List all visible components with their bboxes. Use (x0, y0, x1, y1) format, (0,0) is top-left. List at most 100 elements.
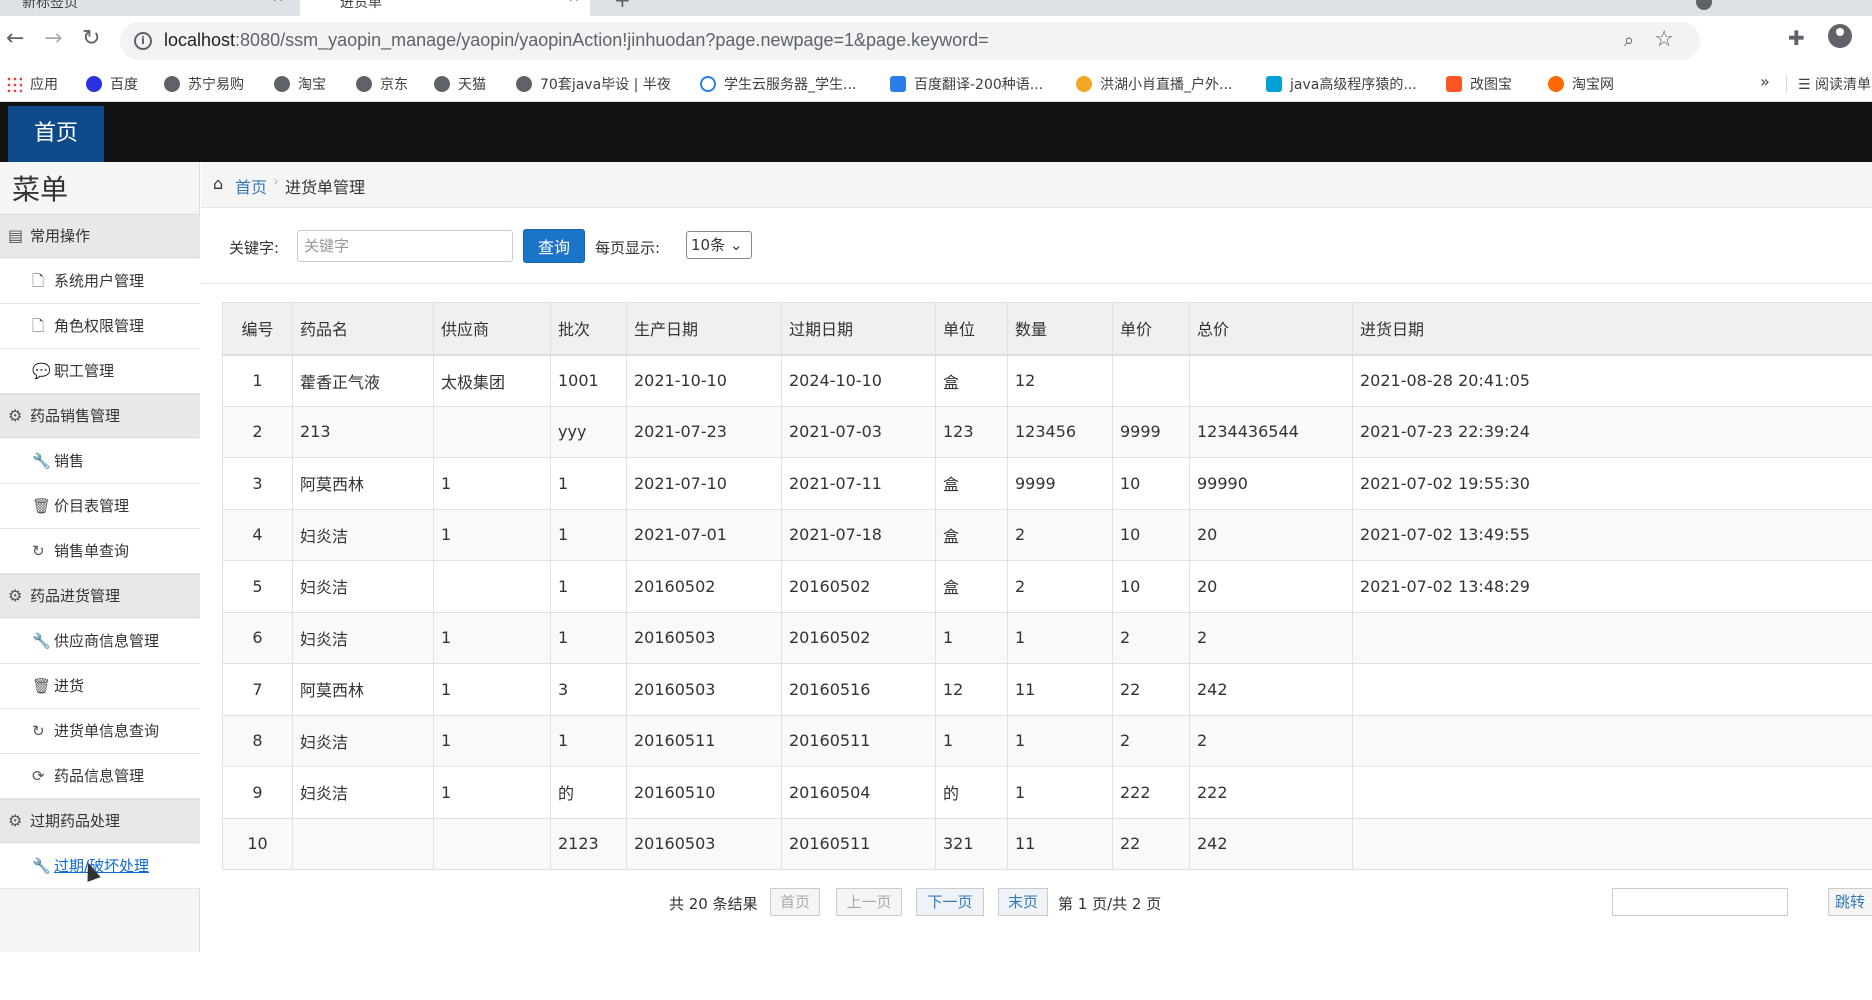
table-cell: 11 (1007, 817, 1113, 870)
table-row[interactable]: 10 2123 20160503 20160511 321 11 22 242 (222, 817, 1872, 870)
bookmark-baidu-translate[interactable]: 百度翻译-200种语... (890, 74, 1043, 94)
search-button[interactable]: 查询 (523, 229, 585, 263)
bookmark-suning[interactable]: 苏宁易购 (164, 74, 244, 94)
breadcrumb-current: 进货单管理 (285, 178, 366, 197)
pagination: 共 20 条结果 首页 上一页 下一页 末页 第 1 页/共 2 页 跳转 (222, 886, 1872, 920)
profile-avatar-icon[interactable] (1828, 24, 1852, 48)
info-icon[interactable]: i (134, 32, 152, 50)
table-cell: 2 (1112, 714, 1190, 767)
bookmark-label: 学生云服务器_学生... (724, 77, 857, 93)
url-text[interactable]: localhost:8080/ssm_yaopin_manage/yaopin/… (164, 30, 989, 51)
apps-icon (6, 76, 22, 92)
bookmark-taobao[interactable]: 淘宝 (274, 74, 326, 94)
bookmark-taobao-net[interactable]: 淘宝网 (1548, 74, 1614, 94)
forward-arrow-icon[interactable]: → (44, 28, 62, 50)
table-cell: 阿莫西林 (292, 663, 434, 716)
sidebar-item-purchase-query[interactable]: ↻ 进货单信息查询 (0, 709, 200, 754)
menu-title: 菜单 (12, 173, 69, 206)
sidebar-item-purchase[interactable]: 🗑 进货 (0, 664, 200, 709)
back-arrow-icon[interactable]: ← (6, 28, 24, 50)
table-row[interactable]: 3 阿莫西林 1 1 2021-07-10 2021-07-11 盒 9999 10 99990 2… (222, 457, 1872, 510)
sidebar-item-suppliers[interactable]: 🔧 供应商信息管理 (0, 619, 200, 664)
sidebar-group-common[interactable]: ▤ 常用操作 (0, 214, 200, 258)
prev-page-button[interactable]: 上一页 (836, 888, 902, 916)
table-row[interactable]: 7 阿莫西林 1 3 20160503 20160516 12 11 22 242 (222, 663, 1872, 716)
reading-list[interactable]: ☰ 阅读清单 (1798, 74, 1871, 94)
last-page-button[interactable]: 末页 (998, 888, 1048, 916)
sidebar-item-system-users[interactable]: 🗋 系统用户管理 (0, 259, 200, 304)
sidebar-item-sales-query[interactable]: ↻ 销售单查询 (0, 529, 200, 574)
table-row[interactable]: 1 藿香正气液 太极集团 1001 2021-10-10 2024-10-10 盒 12 202… (222, 354, 1872, 407)
table-cell: 3 (222, 457, 293, 510)
browser-tab-new[interactable]: 新标签页 (10, 0, 90, 16)
sidebar-item-staff[interactable]: 💬 职工管理 (0, 349, 200, 394)
tab-search-icon[interactable] (1696, 0, 1712, 10)
sidebar-item-drug-info[interactable]: ⟳ 药品信息管理 (0, 754, 200, 799)
breadcrumb-separator: › (273, 174, 279, 190)
table-row[interactable]: 2 213 yyy 2021-07-23 2021-07-03 123 123456 9999… (222, 405, 1872, 458)
bookmarks-more-chevron-icon[interactable]: » (1760, 72, 1770, 91)
table-row[interactable]: 5 妇炎洁 1 20160502 20160502 盒 2 10 20 2021-07-02 13… (222, 560, 1872, 613)
table-cell: 1 (433, 457, 551, 510)
group-label: 常用操作 (30, 227, 91, 245)
sidebar-item-expired-handling[interactable]: 🔧 过期/破坏处理 (0, 844, 200, 889)
table-cell: 的 (935, 766, 1008, 819)
zoom-icon[interactable]: ⌕ (1624, 30, 1634, 51)
sidebar-group-expired[interactable]: ⚙ 过期药品处理 (0, 799, 200, 843)
table-row[interactable]: 6 妇炎洁 1 1 20160503 20160502 1 1 2 2 (222, 611, 1872, 664)
table-cell: 20160511 (781, 714, 936, 767)
jump-button[interactable]: 跳转 (1828, 888, 1872, 916)
column-header: 药品名 (292, 302, 434, 356)
sidebar-group-sales[interactable]: ⚙ 药品销售管理 (0, 394, 200, 438)
table-cell: 12 (1007, 354, 1113, 407)
table-row[interactable]: 4 妇炎洁 1 1 2021-07-01 2021-07-18 盒 2 10 20 2021-07-… (222, 508, 1872, 561)
table-row[interactable]: 8 妇炎洁 1 1 20160511 20160511 1 1 2 2 (222, 714, 1872, 767)
close-icon[interactable]: ✕ (568, 0, 580, 6)
bookmark-tmall[interactable]: 天猫 (434, 74, 486, 94)
next-page-button[interactable]: 下一页 (916, 888, 984, 916)
close-icon[interactable]: ✕ (272, 0, 284, 6)
browser-tab-active[interactable]: 进货单 (300, 0, 590, 16)
table-cell: 1 (1007, 766, 1113, 819)
sidebar-item-role-permissions[interactable]: 🗋 角色权限管理 (0, 304, 200, 349)
bookmark-baidu[interactable]: 百度 (86, 74, 138, 94)
comment-icon: 💬 (32, 362, 51, 380)
table-cell (292, 817, 434, 870)
bookmark-gaitubao[interactable]: 改图宝 (1446, 74, 1512, 94)
bookmark-label: 70套java毕设 | 半夜 (540, 77, 671, 93)
bookmark-java-projects[interactable]: 70套java毕设 | 半夜 (516, 74, 671, 94)
first-page-button[interactable]: 首页 (770, 888, 820, 916)
column-header: 编号 (222, 302, 293, 356)
table-cell: 10 (1112, 560, 1190, 613)
breadcrumb-home-link[interactable]: 首页 (235, 174, 267, 198)
per-page-select[interactable]: 10条 ⌄ (686, 231, 752, 259)
table-row[interactable]: 9 妇炎洁 1 的 20160510 20160504 的 1 222 222 (222, 766, 1872, 819)
bookmark-label: 淘宝网 (1572, 77, 1614, 93)
gear-icon: ⚙ (8, 811, 23, 830)
jump-page-input[interactable] (1612, 888, 1788, 916)
reload-icon[interactable]: ↻ (82, 28, 100, 50)
sidebar-group-purchasing[interactable]: ⚙ 药品进货管理 (0, 574, 200, 618)
bookmark-jd[interactable]: 京东 (356, 74, 408, 94)
address-bar[interactable]: i localhost:8080/ssm_yaopin_manage/yaopi… (120, 22, 1700, 60)
extensions-puzzle-icon[interactable]: ✚ (1788, 26, 1805, 50)
bookmark-student-cloud[interactable]: 学生云服务器_学生... (700, 74, 856, 94)
total-results: 共 20 条结果 (669, 895, 758, 913)
bookmark-live-stream[interactable]: 洪湖小肖直播_户外... (1076, 74, 1232, 94)
bookmark-apps[interactable]: 应用 (6, 74, 58, 94)
new-tab-icon[interactable]: + (614, 0, 631, 12)
table-cell: 1 (433, 508, 551, 561)
keyword-label: 关键字: (229, 239, 280, 257)
sidebar-item-sales[interactable]: 🔧 销售 (0, 439, 200, 484)
keyword-input[interactable] (297, 230, 513, 262)
browser-toolbar: ← → ↻ i localhost:8080/ssm_yaopin_manage… (0, 16, 1872, 66)
table-cell: 20160502 (781, 560, 936, 613)
bookmark-java-bilibili[interactable]: java高级程序猿的... (1266, 74, 1417, 94)
gear-icon: ⚙ (8, 406, 23, 425)
bookmark-star-icon[interactable]: ☆ (1654, 27, 1674, 52)
home-nav-tab[interactable]: 首页 (8, 106, 104, 162)
table-cell: 阿莫西林 (292, 457, 434, 510)
sidebar-item-price-list[interactable]: 🗑 价目表管理 (0, 484, 200, 529)
table-cell: 4 (222, 508, 293, 561)
taobao-icon (1548, 76, 1564, 92)
